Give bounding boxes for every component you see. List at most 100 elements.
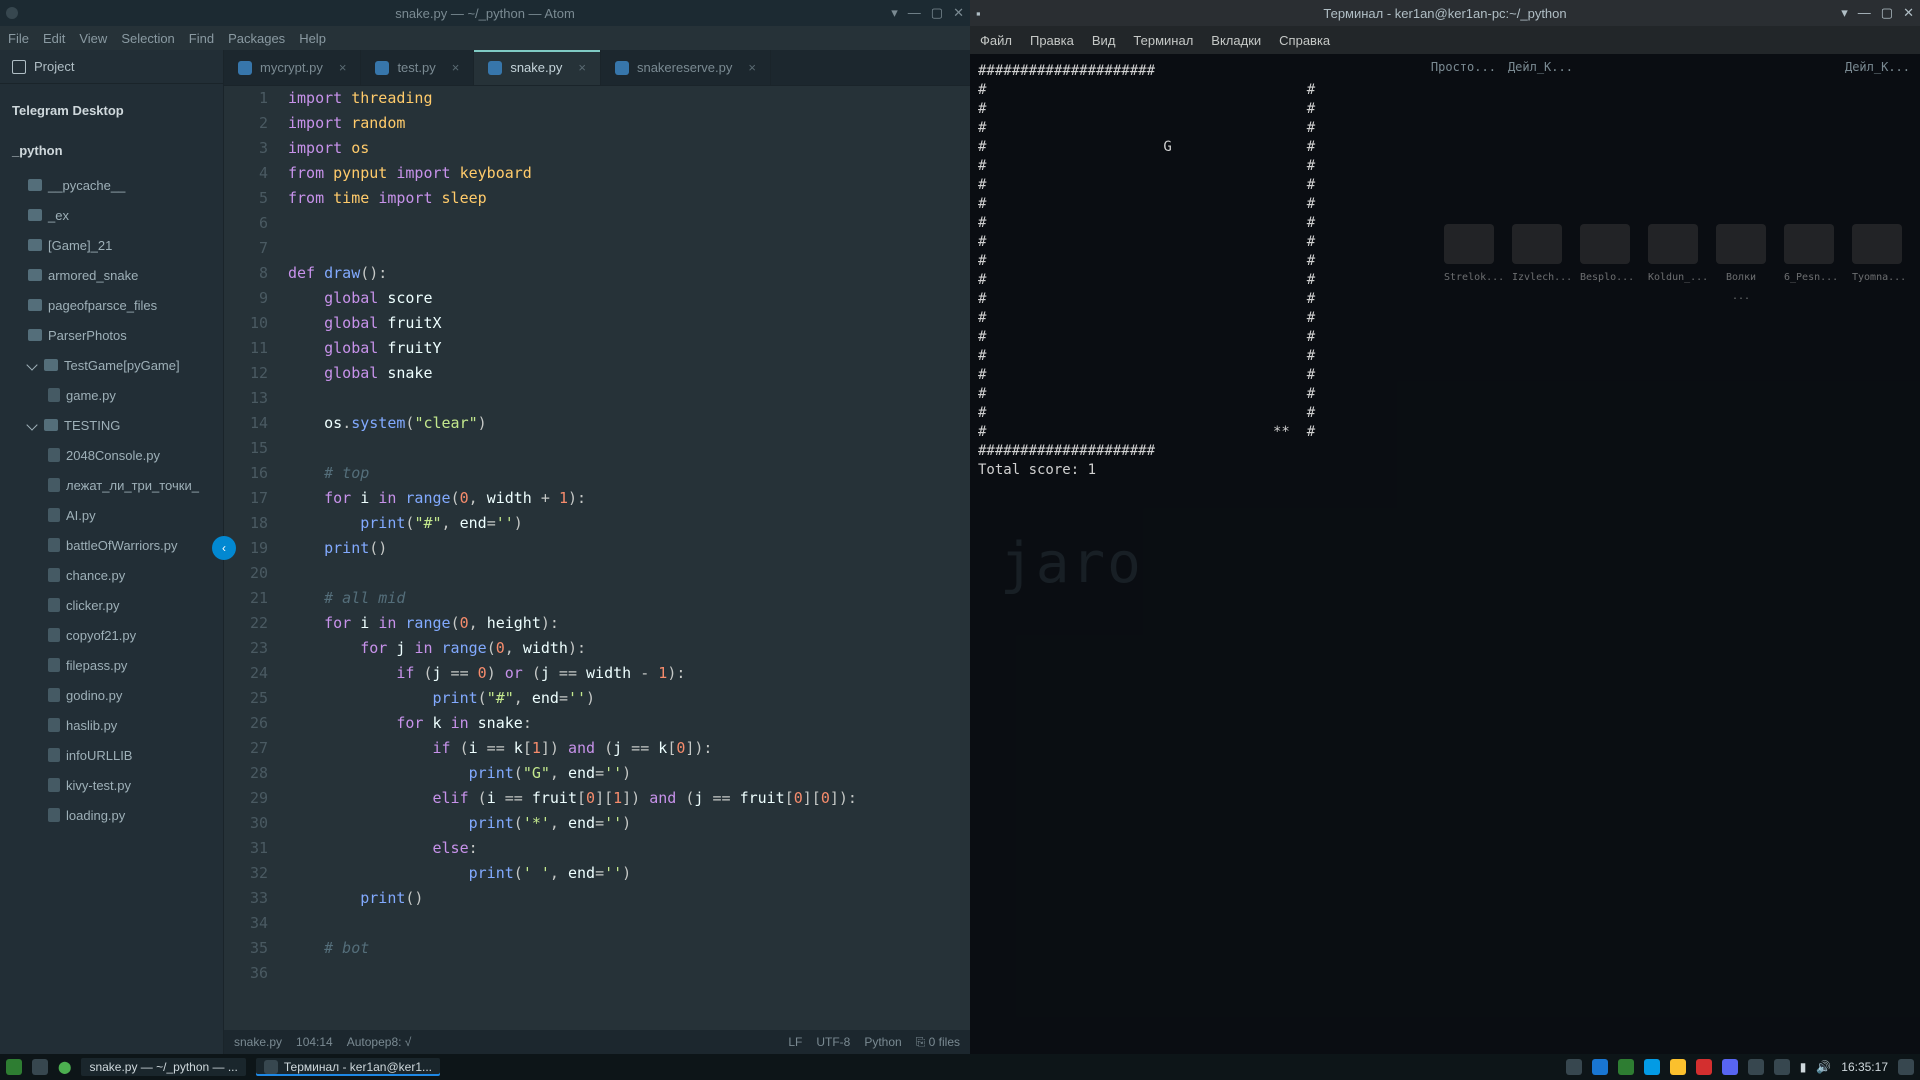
window-min-icon[interactable]: ▾ [1841,5,1848,21]
sidebar-telegram[interactable]: Telegram Desktop [0,90,223,130]
status-lang[interactable]: Python [864,1035,901,1050]
atom-app-icon[interactable]: ⬤ [58,1060,71,1074]
file-item[interactable]: battleOfWarriors.py [0,530,223,560]
file-item[interactable]: godino.py [0,680,223,710]
code-line[interactable]: for i in range(0, height): [288,611,970,636]
code-line[interactable]: print("#", end='') [288,511,970,536]
desktop-icon[interactable]: 6_Pesn... [1784,224,1834,306]
folder-item[interactable]: __pycache__ [0,170,223,200]
close-tab-icon[interactable]: × [452,60,460,75]
file-item[interactable]: AI.py [0,500,223,530]
code-editor[interactable]: 1234567891011121314151617181920212223242… [224,86,970,1030]
code-line[interactable]: print('*', end='') [288,811,970,836]
tray-telegram-icon[interactable] [1644,1059,1660,1075]
code-body[interactable]: import threadingimport randomimport osfr… [280,86,970,1030]
status-lf[interactable]: LF [788,1035,802,1050]
taskbar-app-atom[interactable]: snake.py — ~/_python — ... [81,1058,245,1076]
show-desktop-icon[interactable] [32,1059,48,1075]
code-line[interactable] [288,386,970,411]
file-item[interactable]: loading.py [0,800,223,830]
code-line[interactable]: import os [288,136,970,161]
code-line[interactable]: global score [288,286,970,311]
close-tab-icon[interactable]: × [578,60,586,75]
status-autopep[interactable]: Autopep8: √ [347,1035,412,1049]
file-item[interactable]: haslib.py [0,710,223,740]
window-min-icon[interactable]: ▾ [891,5,898,21]
menu-item[interactable]: Терминал [1133,33,1193,48]
code-line[interactable]: print("#", end='') [288,686,970,711]
window-restore-icon[interactable]: — [1858,5,1871,21]
project-header[interactable]: Project [0,50,223,84]
code-line[interactable]: for k in snake: [288,711,970,736]
code-line[interactable]: for j in range(0, width): [288,636,970,661]
tab-snakereserve-py[interactable]: snakereserve.py× [601,50,771,85]
file-item[interactable]: chance.py [0,560,223,590]
start-menu-icon[interactable] [6,1059,22,1075]
file-item[interactable]: clicker.py [0,590,223,620]
desktop-icon[interactable]: Волки ... [1716,224,1766,306]
status-cursor[interactable]: 104:14 [296,1035,333,1049]
taskbar-clock[interactable]: 16:35:17 [1841,1060,1888,1074]
tray-icon[interactable] [1566,1059,1582,1075]
file-item[interactable]: лежат_ли_три_точки_ [0,470,223,500]
code-line[interactable]: def draw(): [288,261,970,286]
status-git[interactable]: ⎘ 0 files [916,1035,960,1050]
window-max-icon[interactable]: ▢ [931,5,943,21]
desktop-icon[interactable]: Tyomna... [1852,224,1902,306]
desktop-icon[interactable]: Koldun_... [1648,224,1698,306]
window-close-icon[interactable]: ✕ [953,5,964,21]
tab-test-py[interactable]: test.py× [361,50,474,85]
code-line[interactable]: from time import sleep [288,186,970,211]
file-item[interactable]: copyof21.py [0,620,223,650]
code-line[interactable]: else: [288,836,970,861]
desktop-icon[interactable]: Izvlech... [1512,224,1562,306]
file-item[interactable]: filepass.py [0,650,223,680]
code-line[interactable]: # bot [288,936,970,961]
tray-notifications-icon[interactable] [1898,1059,1914,1075]
desktop-icon[interactable]: Besplo... [1580,224,1630,306]
code-line[interactable]: global snake [288,361,970,386]
code-line[interactable]: os.system("clear") [288,411,970,436]
close-tab-icon[interactable]: × [748,60,756,75]
window-close-icon[interactable]: ✕ [1903,5,1914,21]
code-line[interactable]: print(' ', end='') [288,861,970,886]
menu-selection[interactable]: Selection [121,31,174,46]
tray-icon[interactable] [1748,1059,1764,1075]
tab-snake-py[interactable]: snake.py× [474,50,601,85]
tray-icon[interactable] [1670,1059,1686,1075]
folder-item[interactable]: armored_snake [0,260,223,290]
tray-network-icon[interactable]: ▮ [1800,1060,1807,1074]
menu-item[interactable]: Справка [1279,33,1330,48]
folder-item[interactable]: [Game]_21 [0,230,223,260]
folder-item[interactable]: _ex [0,200,223,230]
tray-chrome-icon[interactable] [1592,1059,1608,1075]
file-item[interactable]: infoURLLIB [0,740,223,770]
menu-item[interactable]: Файл [980,33,1012,48]
folder-testing[interactable]: TESTING [0,410,223,440]
sidebar-python-root[interactable]: _python [0,130,223,170]
menu-item[interactable]: Вкладки [1211,33,1261,48]
code-line[interactable]: print() [288,886,970,911]
code-line[interactable]: from pynput import keyboard [288,161,970,186]
code-line[interactable] [288,436,970,461]
file-item[interactable]: kivy-test.py [0,770,223,800]
window-restore-icon[interactable]: — [908,5,921,21]
tray-icon[interactable] [1696,1059,1712,1075]
folder-item[interactable]: pageofparsce_files [0,290,223,320]
code-line[interactable] [288,561,970,586]
code-line[interactable]: global fruitY [288,336,970,361]
code-line[interactable]: print() [288,536,970,561]
folder-item[interactable]: TestGame[pyGame] [0,350,223,380]
file-item[interactable]: game.py [0,380,223,410]
code-line[interactable]: print("G", end='') [288,761,970,786]
menu-help[interactable]: Help [299,31,326,46]
menu-find[interactable]: Find [189,31,214,46]
code-line[interactable]: if (i == k[1]) and (j == k[0]): [288,736,970,761]
code-line[interactable]: global fruitX [288,311,970,336]
close-tab-icon[interactable]: × [339,60,347,75]
status-enc[interactable]: UTF-8 [816,1035,850,1050]
menu-view[interactable]: View [79,31,107,46]
tray-shield-icon[interactable] [1774,1059,1790,1075]
menu-packages[interactable]: Packages [228,31,285,46]
tray-volume-icon[interactable]: 🔊 [1816,1060,1831,1074]
